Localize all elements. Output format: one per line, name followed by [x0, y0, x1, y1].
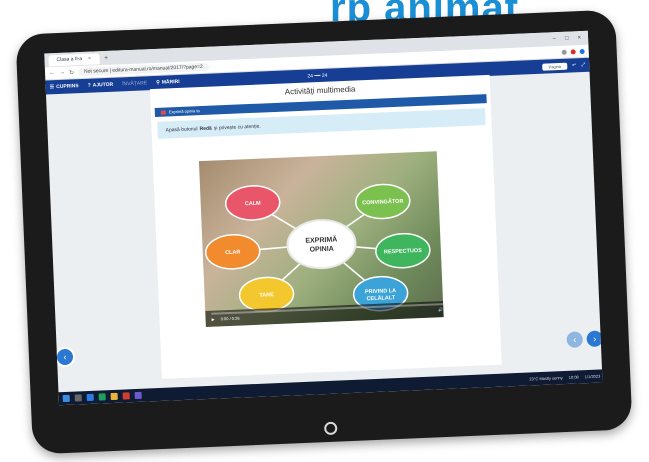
- reload-icon[interactable]: ↻: [69, 69, 74, 76]
- page-jump: Pagina ↵ ⤢: [542, 61, 585, 71]
- tab-title: Clasa a II-a: [56, 55, 83, 64]
- tablet-screen: Clasa a II-a × + – □ × ← → ↻ Not secure …: [44, 30, 603, 406]
- forward-icon[interactable]: →: [59, 70, 65, 76]
- mind-map-diagram: EXPRIMĂOPINIACALM CONVINGĂTORRESPECTUOSPR…: [205, 183, 431, 313]
- fullscreen-icon[interactable]: ⤢: [581, 62, 585, 68]
- play-icon[interactable]: ▶: [211, 316, 214, 321]
- strip-label: Exprimă opinia ta: [168, 108, 200, 115]
- app-icon[interactable]: [98, 393, 106, 401]
- mind-map-node-label: TARE: [259, 292, 274, 299]
- folder-icon[interactable]: [110, 392, 118, 401]
- video-player[interactable]: EXPRIMĂ OPINIA CALM CONVINGĂTOR RESPECTUOS PR…: [198, 151, 444, 328]
- browser-tab[interactable]: Clasa a II-a ×: [48, 52, 100, 66]
- back-arrow-button[interactable]: ‹: [54, 346, 76, 368]
- instruction-post: și privește cu atenție.: [213, 123, 261, 132]
- instruction-pre: Apasă butonul: [165, 125, 198, 134]
- center-node-label: OPINIA: [310, 246, 334, 254]
- mind-map-node-label: CALM: [245, 201, 262, 208]
- mariri-button[interactable]: ⚲ MĂRIRI: [156, 79, 180, 86]
- extension-icons: [561, 48, 585, 55]
- invatare-label: ÎNVĂȚARE: [122, 80, 148, 88]
- profile-avatar[interactable]: [579, 48, 585, 54]
- invatare-button[interactable]: ÎNVĂȚARE: [122, 80, 147, 87]
- instruction-bold: Redă: [199, 125, 212, 132]
- zoom-icon: ⚲: [156, 79, 160, 86]
- tablet-frame: Clasa a II-a × + – □ × ← → ↻ Not secure …: [0, 0, 649, 462]
- tablet: Clasa a II-a × + – □ × ← → ↻ Not secure …: [15, 9, 633, 455]
- clock-time: 10:08: [568, 374, 579, 380]
- extension-icon[interactable]: [561, 49, 567, 55]
- activity-panel: Activități multimedia Exprimă opinia ta …: [149, 74, 502, 379]
- previous-page-button[interactable]: ‹: [566, 331, 584, 348]
- video-time: 0:00 / 0:26: [220, 315, 240, 321]
- page-input[interactable]: Pagina: [542, 62, 568, 71]
- back-icon[interactable]: ←: [49, 70, 55, 76]
- activity-icon: [160, 110, 166, 115]
- next-page-button[interactable]: ›: [586, 330, 603, 348]
- system-tray: 23°C Mostly sunny 10:08 1/1/2023: [529, 373, 602, 382]
- ajutor-button[interactable]: ? AJUTOR: [88, 82, 114, 89]
- new-tab-icon[interactable]: +: [104, 54, 108, 61]
- go-icon[interactable]: ↵: [572, 62, 576, 68]
- search-icon[interactable]: [74, 394, 82, 402]
- windows-taskbar: 23°C Mostly sunny 10:08 1/1/2023: [58, 369, 603, 406]
- home-button[interactable]: [323, 421, 338, 436]
- mariri-label: MĂRIRI: [161, 78, 180, 86]
- chrome-icon[interactable]: [122, 392, 130, 400]
- app-icon[interactable]: [134, 391, 142, 400]
- cuprins-button[interactable]: ☰ CUPRINS: [50, 83, 79, 90]
- close-tab-icon[interactable]: ×: [88, 56, 91, 62]
- mind-map-node: CLAR: [205, 234, 261, 270]
- mind-map-node: RESPECTUOS: [375, 232, 431, 269]
- ajutor-label: AJUTOR: [92, 81, 114, 89]
- mind-map-node-label: CELĂLALT: [366, 294, 396, 302]
- edge-icon[interactable]: [86, 393, 94, 402]
- mind-map-node-label: CLAR: [225, 250, 241, 257]
- page-indicator: 24 ━━ 24: [307, 72, 328, 80]
- window-controls: – □ ×: [553, 35, 589, 42]
- mind-map-node: CALM: [224, 185, 281, 221]
- extension-icon[interactable]: [570, 48, 576, 55]
- help-icon: ?: [87, 82, 91, 89]
- volume-icon[interactable]: 🔊: [438, 307, 443, 312]
- clock-date: 1/1/2023: [584, 373, 601, 380]
- maximize-icon[interactable]: □: [565, 36, 569, 42]
- close-window-icon[interactable]: ×: [577, 35, 581, 41]
- start-icon[interactable]: [62, 394, 70, 403]
- weather-text: 23°C Mostly sunny: [529, 375, 563, 382]
- mind-map-node: CONVINGĂTOR: [355, 183, 411, 220]
- menu-icon: ☰: [49, 84, 55, 91]
- minimize-icon[interactable]: –: [553, 36, 557, 42]
- cuprins-label: CUPRINS: [56, 83, 79, 91]
